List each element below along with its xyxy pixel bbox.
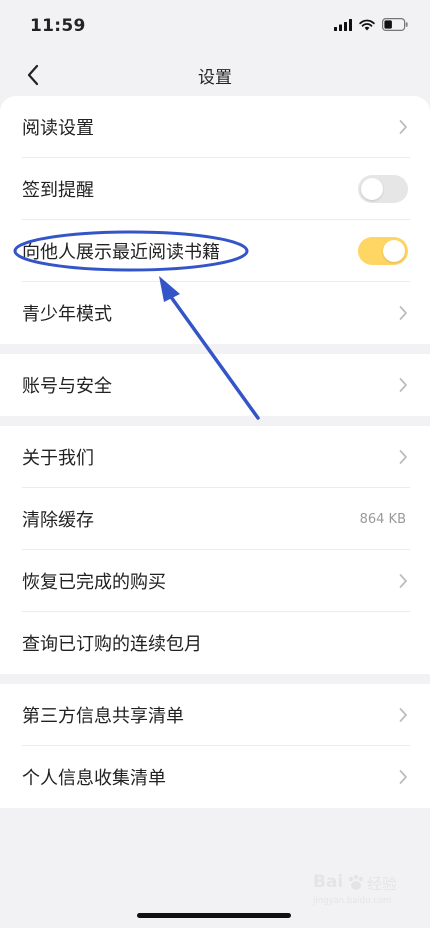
setting-row-reading-settings[interactable]: 阅读设置 (0, 96, 430, 158)
show-recent-books-toggle[interactable] (358, 237, 408, 265)
cache-size-value: 864 KB (359, 511, 406, 527)
toggle-knob (383, 240, 405, 262)
baidu-watermark: Bai 经验 jingyan.baidu.com (313, 872, 408, 912)
setting-label: 阅读设置 (22, 118, 94, 139)
chevron-right-icon (398, 305, 408, 321)
nav-bar: 设置 (0, 50, 430, 100)
status-bar: 11:59 (0, 0, 430, 50)
setting-row-restore-purchases[interactable]: 恢复已完成的购买 (0, 550, 430, 612)
setting-row-third-party-sharing[interactable]: 第三方信息共享清单 (0, 684, 430, 746)
chevron-right-icon (398, 119, 408, 135)
chevron-right-icon (398, 707, 408, 723)
setting-row-account-security[interactable]: 账号与安全 (0, 354, 430, 416)
settings-group-account: 账号与安全 (0, 354, 430, 416)
setting-label: 账号与安全 (22, 376, 112, 397)
setting-label: 第三方信息共享清单 (22, 706, 184, 727)
setting-label: 青少年模式 (22, 304, 112, 325)
watermark-brand: Bai (313, 872, 344, 892)
setting-label: 签到提醒 (22, 180, 94, 201)
setting-row-about-us[interactable]: 关于我们 (0, 426, 430, 488)
setting-label: 查询已订购的连续包月 (22, 634, 202, 655)
setting-row-clear-cache[interactable]: 清除缓存 864 KB (0, 488, 430, 550)
setting-label: 恢复已完成的购买 (22, 572, 166, 593)
battery-icon (382, 18, 408, 31)
status-time: 11:59 (30, 16, 86, 36)
home-indicator (137, 913, 291, 918)
paw-icon (348, 874, 364, 890)
setting-row-personal-info-collection[interactable]: 个人信息收集清单 (0, 746, 430, 808)
chevron-right-icon (398, 377, 408, 393)
watermark-domain: jingyan.baidu.com (313, 896, 392, 906)
setting-row-query-subscription[interactable]: 查询已订购的连续包月 (0, 612, 430, 674)
wifi-icon (359, 19, 375, 30)
setting-label: 关于我们 (22, 448, 94, 469)
setting-row-teen-mode[interactable]: 青少年模式 (0, 282, 430, 344)
chevron-right-icon (398, 573, 408, 589)
setting-label: 个人信息收集清单 (22, 768, 166, 789)
chevron-right-icon (398, 769, 408, 785)
chevron-right-icon (398, 449, 408, 465)
setting-label: 清除缓存 (22, 510, 94, 531)
settings-list: 阅读设置 签到提醒 向他人展示最近阅读书籍 青少年模式 账号与安全 关于我们 清… (0, 96, 430, 812)
signal-icon (334, 18, 352, 31)
status-icons (334, 18, 408, 31)
settings-group-reading: 阅读设置 签到提醒 向他人展示最近阅读书籍 青少年模式 (0, 96, 430, 344)
settings-group-privacy: 第三方信息共享清单 个人信息收集清单 (0, 684, 430, 808)
watermark-suffix: 经验 (367, 875, 398, 893)
page-title: 设置 (198, 68, 232, 88)
setting-label: 向他人展示最近阅读书籍 (22, 242, 220, 263)
toggle-knob (361, 178, 383, 200)
checkin-reminder-toggle[interactable] (358, 175, 408, 203)
settings-group-about: 关于我们 清除缓存 864 KB 恢复已完成的购买 查询已订购的连续包月 (0, 426, 430, 674)
setting-row-show-recent-books: 向他人展示最近阅读书籍 (0, 220, 430, 282)
setting-row-checkin-reminder: 签到提醒 (0, 158, 430, 220)
